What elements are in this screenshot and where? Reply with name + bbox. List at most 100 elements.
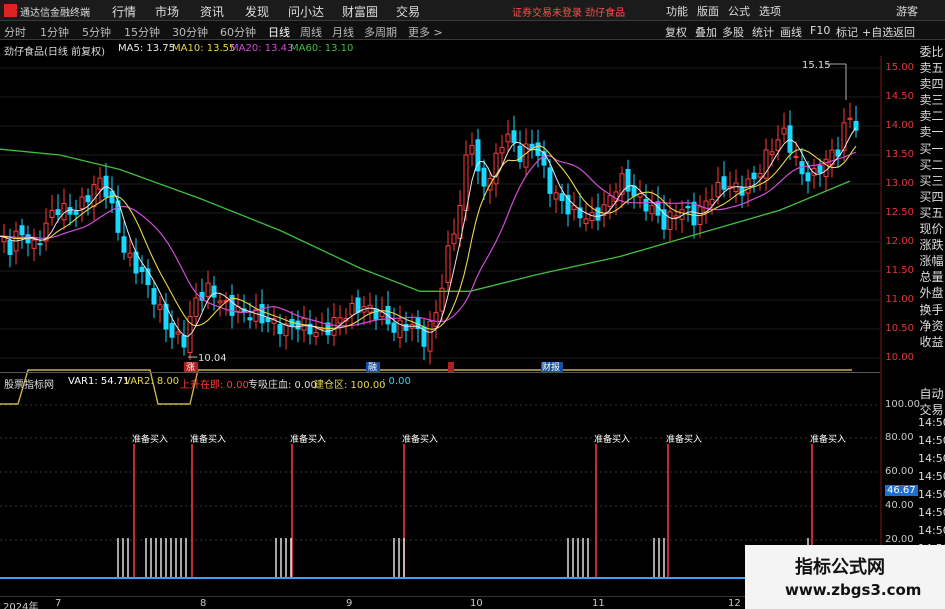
menu-gongshi[interactable]: 公式 [728,3,750,19]
signal-label: 准备买入 [190,433,226,445]
menu-zixun[interactable]: 资讯 [200,3,224,20]
quote-field: 买三 [919,173,944,188]
menu-caifuquan[interactable]: 财富圈 [342,3,378,20]
price-axis: 15.00 14.50 14.00 13.50 13.00 12.50 12.0… [882,56,918,370]
chart-canvas[interactable]: 准备买入 准备买入 准备买入 准备买入 准备买入 准备买入 准备买入 15.15 10.04… [0,40,882,596]
candle-body [631,185,637,197]
candle-body [49,209,55,218]
quote-field: 卖二 [919,109,944,124]
candle-body [331,316,337,336]
time-stamp: 14:50 [918,452,945,465]
candle-body [97,177,103,190]
period-1min[interactable]: 1分钟 [40,24,69,40]
candle-body [721,176,727,190]
quote-field: 卖三 [919,93,944,108]
candle-body [691,201,697,226]
menu-gongneng[interactable]: 功能 [666,3,688,19]
candle-body [265,317,271,323]
price-tick: 14.00 [885,120,914,131]
candle-body [505,133,511,143]
candle-body [79,196,85,210]
candle-body [715,181,721,198]
signal-label: 准备买入 [132,433,168,445]
user-label[interactable]: 游客 [896,3,918,19]
candle-body [547,167,553,194]
quote-panel-lower: 自动 交易 [918,386,945,418]
menu-bar: 通达信金融终端 行情 市场 资讯 发现 问小达 财富圈 交易 证券交易未登录 劲… [0,0,945,21]
candle-body [757,173,763,178]
quote-field: 卖四 [919,77,944,92]
rise-value: 上升在即: 0.00 [180,380,249,391]
quote-field: 卖一 [919,125,944,140]
btn-diejia[interactable]: 叠加 [695,24,717,40]
var1-value: VAR1: 54.71 [68,376,130,387]
price-tick: 11.00 [885,294,914,305]
login-alert[interactable]: 证券交易未登录 劲仔食品 [512,4,625,19]
candle-body [391,322,397,333]
time-label: 8 [200,598,207,609]
btn-duogu[interactable]: 多股 [722,24,744,40]
price-tick: 15.00 [885,62,914,73]
btn-fanhui[interactable]: 返回 [893,24,915,40]
period-monthly[interactable]: 月线 [332,24,354,40]
app-title: 通达信金融终端 [20,8,90,19]
watermark: 指标公式网 www.zbgs3.com [745,545,945,609]
candle-body [781,127,787,135]
candle-body [559,193,565,202]
quote-field: 买四 [919,189,944,204]
menu-wenxiaoda[interactable]: 问小达 [288,3,324,20]
period-15min[interactable]: 15分钟 [124,24,160,40]
time-label: 12 [728,598,741,609]
period-30min[interactable]: 30分钟 [172,24,208,40]
watermark-url: www.zbgs3.com [785,581,922,599]
candle-body [169,322,175,338]
candle-body [403,323,409,331]
ind-current-value: 46.67 [885,485,918,496]
candle-body [67,207,73,215]
quote-field: 交易 [919,403,944,417]
quote-panel: 委比 卖五 卖四 卖三 卖二 卖一 买一 买二 买三 买四 买五 现价 涨跌 涨幅 总量 外盘 换手 净资 收益 [918,44,945,350]
btn-zixuan[interactable]: +自选 [862,24,893,40]
candle-body [349,302,355,316]
candle-body [37,243,43,246]
menu-hangqing[interactable]: 行情 [112,3,136,20]
time-stamp: 14:50 [918,434,945,447]
candle-body [481,167,487,187]
period-multi[interactable]: 多周期 [364,24,397,40]
btn-biaoji[interactable]: 标记 [836,24,858,40]
menu-jiaoyi[interactable]: 交易 [396,3,420,20]
menu-faxian[interactable]: 发现 [245,3,269,20]
candle-body [469,144,475,155]
time-label: 10 [470,598,483,609]
candle-body [247,317,253,321]
time-stamp: 14:50 [918,524,945,537]
btn-fuquan[interactable]: 复权 [665,24,687,40]
menu-shichang[interactable]: 市场 [155,3,179,20]
btn-huaxian[interactable]: 画线 [780,24,802,40]
quote-field: 外盘 [919,286,944,301]
price-tick: 13.50 [885,149,914,160]
candle-body [589,212,595,222]
signal-label: 准备买入 [810,433,846,445]
candle-body [445,245,451,283]
candle-body [205,282,211,298]
indicator-name[interactable]: 股票指标网 [4,376,54,391]
ma10-value: MA10: 13.55 [172,43,236,54]
btn-f10[interactable]: F10 [810,24,830,37]
candle-body [805,172,811,182]
quote-field: 净资 [919,318,944,333]
period-60min[interactable]: 60分钟 [220,24,256,40]
btn-tongji[interactable]: 统计 [752,24,774,40]
menu-xuanxiang[interactable]: 选项 [759,3,781,19]
time-label: 2024年 [3,602,39,609]
candle-body [673,215,679,219]
period-fenshi[interactable]: 分时 [4,24,26,40]
period-weekly[interactable]: 周线 [300,24,322,40]
quote-field: 收益 [919,334,944,349]
period-5min[interactable]: 5分钟 [82,24,111,40]
period-daily[interactable]: 日线 [268,24,290,40]
period-more[interactable]: 更多 > [408,24,443,40]
menu-banmian[interactable]: 版面 [697,3,719,19]
signal-label: 准备买入 [594,433,630,445]
candle-body [595,207,601,221]
